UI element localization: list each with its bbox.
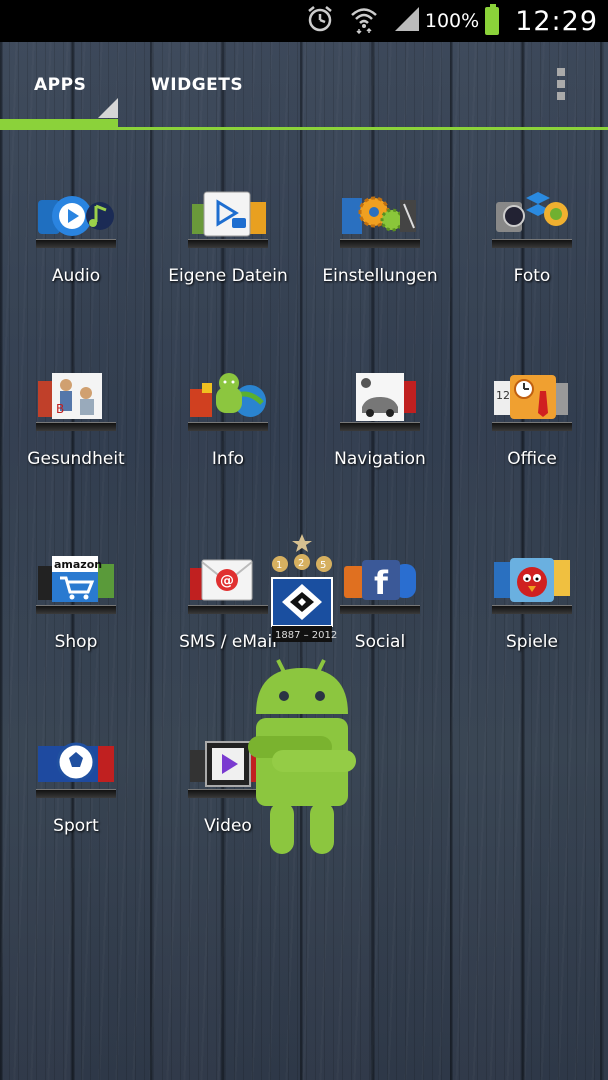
- app-label: Foto: [513, 266, 551, 286]
- hsv-years: 1887 – 2012: [275, 630, 337, 641]
- app-office[interactable]: 12 Office: [456, 373, 608, 493]
- app-shop[interactable]: amazon Shop: [0, 556, 152, 676]
- app-label: Info: [211, 449, 245, 469]
- tab-divider-line: [0, 127, 608, 130]
- svg-text:B: B: [56, 402, 64, 416]
- app-label: Eigene Datein: [168, 266, 288, 286]
- app-info[interactable]: Info: [152, 373, 304, 493]
- hsv-badge-2: 2: [298, 558, 304, 569]
- app-label: Shop: [54, 632, 98, 652]
- hsv-badge-1: 1: [276, 560, 282, 571]
- app-gesundheit[interactable]: B Gesundheit: [0, 373, 152, 493]
- svg-text:f: f: [374, 564, 389, 602]
- battery-percent: 100%: [424, 10, 480, 32]
- app-label: Office: [507, 449, 557, 469]
- app-spiele[interactable]: Spiele: [456, 556, 608, 676]
- app-label: Audio: [51, 266, 101, 286]
- overflow-menu-icon[interactable]: [555, 68, 567, 108]
- app-audio[interactable]: Audio: [0, 190, 152, 310]
- app-label: Sport: [53, 816, 99, 836]
- svg-text:@: @: [220, 573, 234, 589]
- hsv-badge-3: 5: [320, 560, 326, 571]
- app-eigene-datein[interactable]: Eigene Datein: [152, 190, 304, 310]
- hsv-logo-widget[interactable]: 1 2 5 1887 – 2012: [266, 532, 338, 648]
- status-bar: 100% 12:29: [0, 0, 608, 42]
- battery-icon: [485, 4, 500, 35]
- app-label: Gesundheit: [27, 449, 125, 469]
- signal-icon: [393, 5, 421, 37]
- tab-bar: APPS WIDGETS: [0, 42, 608, 132]
- svg-text:amazon: amazon: [54, 558, 102, 571]
- tab-widgets[interactable]: WIDGETS: [151, 75, 243, 95]
- app-sport[interactable]: Sport: [0, 740, 152, 860]
- app-foto[interactable]: Foto: [456, 190, 608, 310]
- app-label: Navigation: [334, 449, 426, 469]
- tab-apps[interactable]: APPS: [34, 75, 86, 95]
- app-navigation[interactable]: Navigation: [304, 373, 456, 493]
- battery-fill: [487, 9, 498, 33]
- app-label: Einstellungen: [322, 266, 438, 286]
- app-einstellungen[interactable]: Einstellungen: [304, 190, 456, 310]
- app-label: Spiele: [506, 632, 558, 652]
- clock: 12:29: [515, 5, 598, 37]
- wifi-icon: [349, 4, 379, 38]
- svg-text:12: 12: [496, 389, 510, 402]
- alarm-icon: [305, 4, 335, 38]
- android-mascot: [244, 654, 360, 870]
- tab-corner-triangle: [98, 98, 118, 118]
